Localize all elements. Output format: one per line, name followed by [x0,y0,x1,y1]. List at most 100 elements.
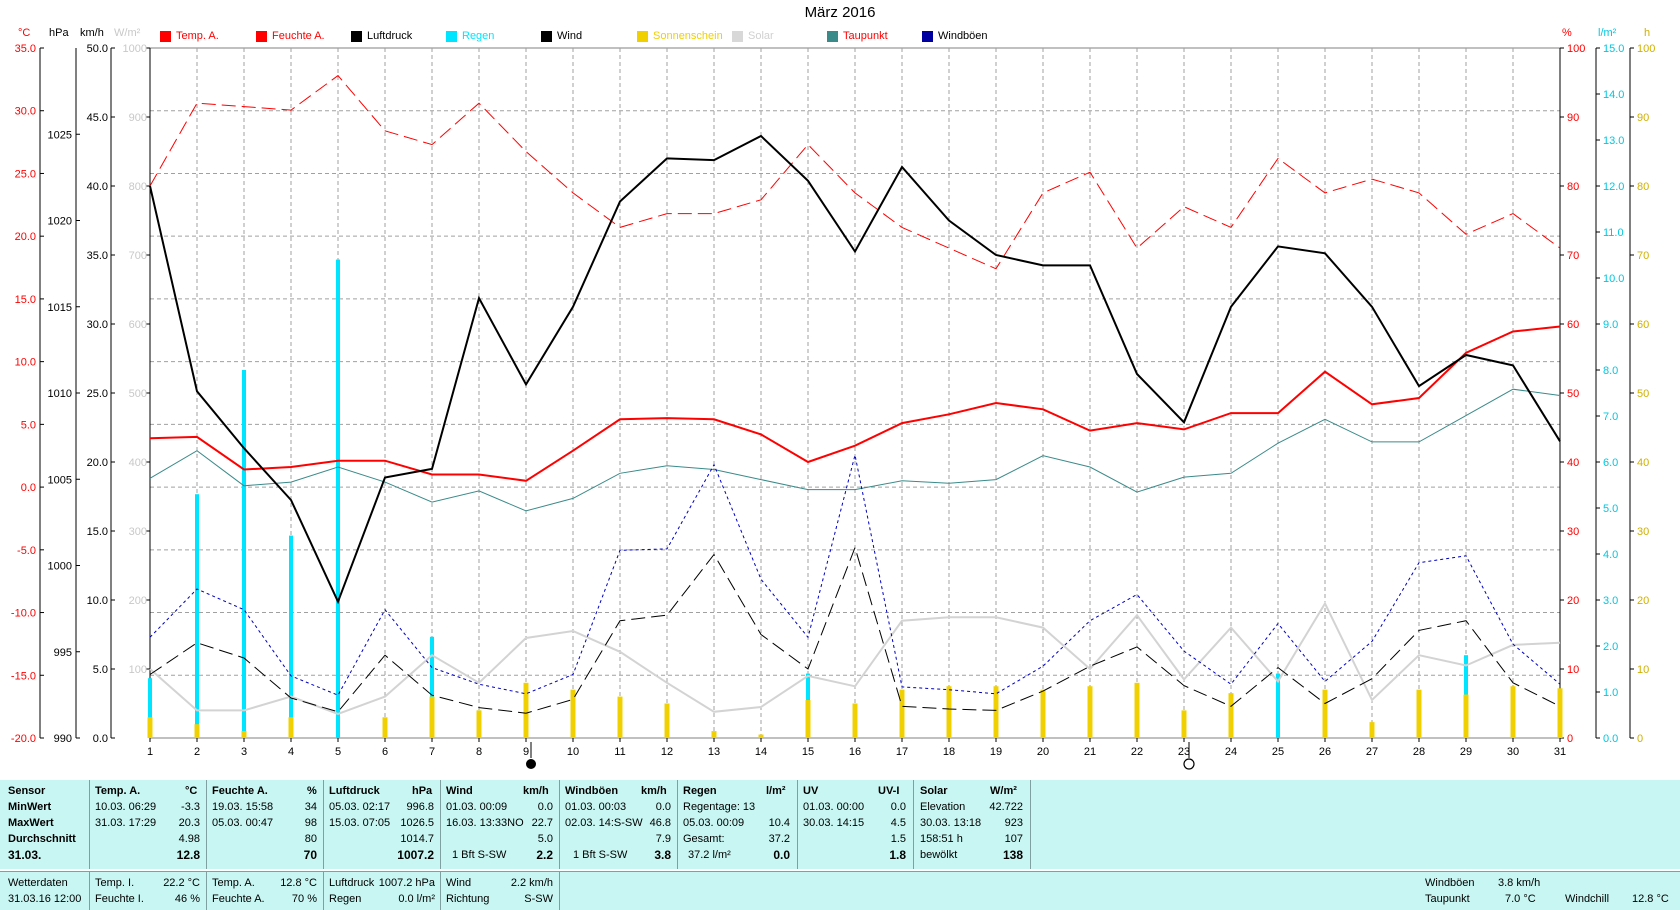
stats-header-uv: UV [803,785,819,797]
humidity-tick-label: 20 [1567,595,1579,607]
x-tick-label: 19 [990,746,1002,758]
stats-header-solar-unit: W/m² [990,785,1017,797]
sunshine-bar [852,703,858,738]
uv-current-value: 1.8 [889,848,906,862]
rain-tick-label: 13.0 [1603,135,1624,147]
indoor-temp-value: 22.2 °C [163,877,200,889]
humidity-tick-label: 50 [1567,388,1579,400]
rain-bar [195,494,199,738]
x-tick-label: 29 [1460,746,1472,758]
temp-tick-label: 30.0 [15,106,36,118]
x-tick-label: 26 [1319,746,1331,758]
pressure-value: 1007.2 hPa [378,877,435,889]
rain-max-value: 10.4 [768,817,790,829]
rain-total-label: Gesamt: [683,833,725,845]
legend-label: Feuchte A. [272,30,325,42]
pressure-min-value: 996.8 [406,801,434,813]
rain-bar [1276,673,1280,738]
temp-avg-value: 4.98 [178,833,200,845]
rain-value: 0.0 l/m² [398,893,435,905]
sun-tick-label: 70 [1637,250,1649,262]
legend-label: Luftdruck [367,30,413,42]
sunshine-bar [805,700,811,738]
temp-tick-label: 10.0 [15,357,36,369]
uv-max-value: 4.5 [890,817,906,829]
direction-value: S-SW [524,893,553,905]
humidity-avg-value: 80 [304,833,317,845]
stats-header-wind: Wind [446,785,473,797]
legend-label: Sonnenschein [653,30,723,42]
legend-swatch [637,30,648,42]
chart-title: März 2016 [804,4,876,21]
solar-tick-label: 100 [129,664,147,676]
rain-bar [242,370,246,738]
humidity-axis-unit: % [1562,27,1572,39]
x-tick-label: 20 [1037,746,1049,758]
stats-header-humidity: Feuchte A. [212,785,268,797]
sunshine-bar [241,731,247,738]
current-timestamp: 31.03.16 12:00 [8,893,82,905]
temp-max-date: 31.03. 17:29 [95,817,157,829]
humidity-tick-label: 40 [1567,457,1579,469]
temp-min-date: 10.03. 06:29 [95,801,157,813]
rain-days: Regentage: 13 [683,801,756,813]
sunshine-bar [476,710,482,738]
sun-tick-label: 50 [1637,388,1649,400]
solar-tick-label: 300 [129,526,147,538]
x-tick-label: 7 [429,746,435,758]
x-tick-label: 23 [1178,746,1190,758]
solar-avg-value: 107 [1004,833,1023,845]
x-tick-label: 17 [896,746,908,758]
wind-current-value: 2.2 [536,848,553,862]
humidity-tick-label: 80 [1567,181,1579,193]
stats-header-humidity-unit: % [307,785,317,797]
pressure-tick-label: 1025 [48,129,72,141]
sunshine-bar [194,724,200,738]
wind-tick-label: 0.0 [93,733,108,745]
sunshine-bar [993,686,999,738]
gusts-min-date: 01.03. 00:03 [565,801,627,813]
x-tick-label: 28 [1413,746,1425,758]
humidity-tick-label: 90 [1567,112,1579,124]
solar-tick-label: 400 [129,457,147,469]
sunshine-bar [946,686,952,738]
temp-tick-label: -10.0 [11,608,36,620]
x-tick-label: 12 [661,746,673,758]
sunshine-bar [1369,722,1375,738]
legend-swatch [922,30,933,42]
sunshine-bar [758,734,764,738]
solar-max-date: 30.03. 13:18 [920,817,982,829]
temp-max-value: 20.3 [178,817,200,829]
gust-value: 3.8 km/h [1498,877,1541,889]
sunshine-bar [147,717,153,738]
x-tick-label: 3 [241,746,247,758]
gust-label: Windböen [1425,877,1475,889]
solar-max-value: 923 [1004,817,1023,829]
temp-axis-unit: °C [18,27,31,39]
wind-min-value: 0.0 [537,801,553,813]
sunshine-bar [1510,686,1516,738]
wind-max-date: 16.03. 13:33NO [446,817,524,829]
indoor-temp-label: Temp. I. [95,877,135,889]
rain-bar [336,259,340,738]
rain-bar [289,535,293,738]
temp-tick-label: -20.0 [11,733,36,745]
x-tick-label: 6 [382,746,388,758]
rain-tick-label: 1.0 [1603,687,1618,699]
sun-tick-label: 30 [1637,526,1649,538]
dewpoint-value: 7.0 °C [1505,893,1536,905]
sun-tick-label: 60 [1637,319,1649,331]
sunshine-bar [1322,689,1328,738]
sun-tick-label: 10 [1637,664,1649,676]
outdoor-temp-value: 12.8 °C [280,877,317,889]
rain-axis-unit: l/m² [1598,27,1617,39]
humidity-tick-label: 100 [1567,43,1585,55]
gusts-max-date: 02.03. 14:S-SW [565,817,643,829]
uv-min-date: 01.03. 00:00 [803,801,865,813]
wind-tick-label: 40.0 [87,181,108,193]
legend-label: Windböen [938,30,988,42]
stats-header-rain-unit: l/m² [766,785,786,797]
sun-tick-label: 0 [1637,733,1643,745]
x-tick-label: 31 [1554,746,1566,758]
pressure-tick-label: 1020 [48,216,72,228]
